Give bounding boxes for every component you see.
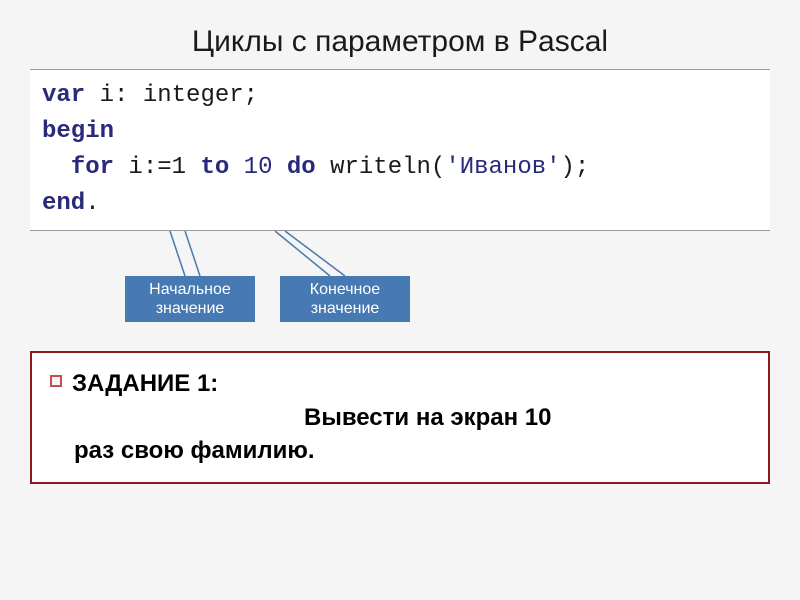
code-endval: 10 — [229, 154, 287, 181]
code-indent — [42, 154, 71, 181]
callout-end-line2: значение — [288, 299, 402, 318]
task-line2: раз свою фамилию. — [74, 437, 315, 464]
code-block: var i: integer; begin for i:=1 to 10 do … — [30, 69, 770, 231]
slide-title: Циклы с параметром в Pascal — [30, 20, 770, 69]
callout-start-line2: значение — [133, 299, 247, 318]
code-close: ); — [561, 154, 590, 181]
task-box: ЗАДАНИЕ 1: Вывести на экран 10 раз свою … — [30, 351, 770, 484]
keyword-to: to — [200, 154, 229, 181]
code-assign: i:=1 — [114, 154, 200, 181]
callout-start-line1: Начальное — [133, 280, 247, 299]
code-string: 'Иванов' — [445, 154, 560, 181]
callouts: Начальное значение Конечное значение — [30, 231, 770, 321]
task-bullet-row: ЗАДАНИЕ 1: Вывести на экран 10 раз свою … — [50, 367, 750, 468]
keyword-var: var — [42, 82, 85, 109]
callout-end-line1: Конечное — [288, 280, 402, 299]
code-text: i: integer; — [85, 82, 258, 109]
keyword-for: for — [71, 154, 114, 181]
code-line-4: end. — [42, 186, 758, 222]
callout-end-value: Конечное значение — [280, 276, 410, 322]
code-line-1: var i: integer; — [42, 78, 758, 114]
callout-start-value: Начальное значение — [125, 276, 255, 322]
task-text: Вывести на экран 10 раз свою фамилию. — [74, 401, 551, 468]
task-label: ЗАДАНИЕ 1: — [72, 370, 218, 397]
code-line-3: for i:=1 to 10 do writeln('Иванов'); — [42, 150, 758, 186]
keyword-do: do — [287, 154, 316, 181]
keyword-end: end — [42, 190, 85, 217]
keyword-begin: begin — [42, 118, 114, 145]
code-dot: . — [85, 190, 99, 217]
task-content: ЗАДАНИЕ 1: Вывести на экран 10 раз свою … — [72, 367, 551, 468]
code-line-2: begin — [42, 114, 758, 150]
bullet-icon — [50, 375, 62, 387]
task-line1: Вывести на экран 10 — [304, 404, 551, 431]
code-writeln: writeln( — [316, 154, 446, 181]
